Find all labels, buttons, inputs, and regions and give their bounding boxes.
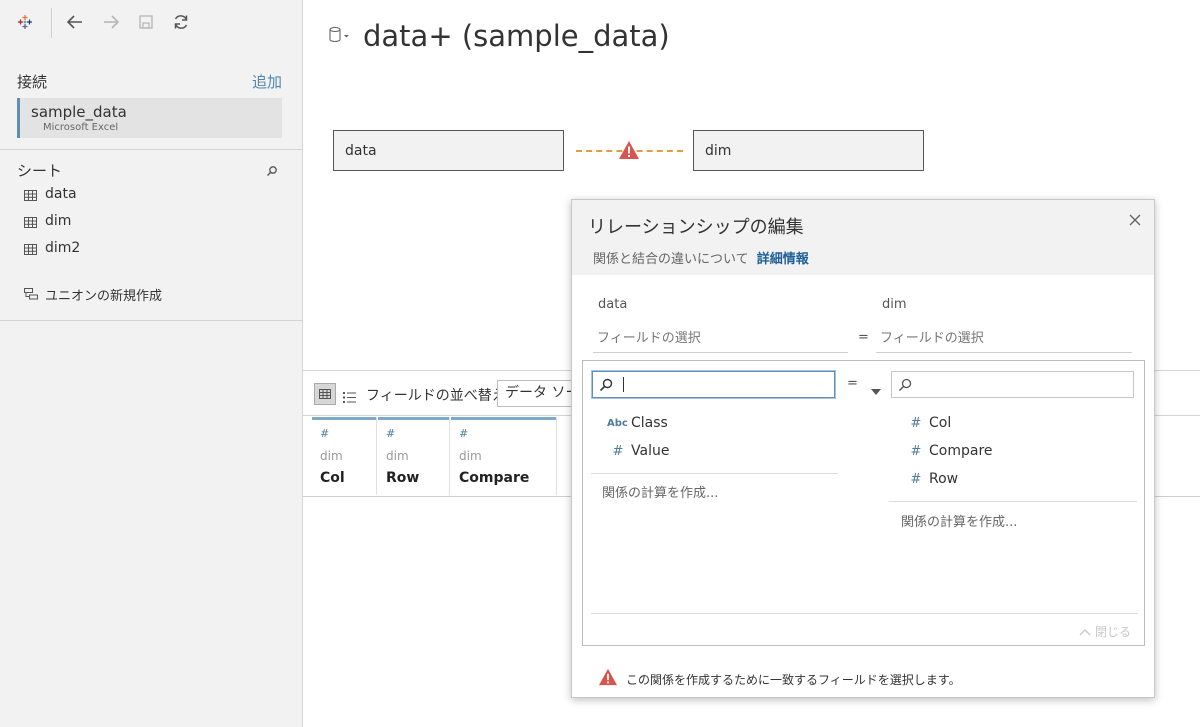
datasource-menu-icon[interactable] <box>328 26 350 46</box>
column-divider <box>556 417 557 495</box>
field-picker-panel: = Abc Class # Value 関係の計算を作成... # Col # … <box>582 360 1145 646</box>
field-header-col[interactable]: # dim Col <box>312 417 376 495</box>
field-source: dim <box>386 449 409 463</box>
table-icon <box>24 189 37 201</box>
warning-icon <box>598 668 618 686</box>
left-create-calc-link[interactable]: 関係の計算を作成... <box>602 482 718 501</box>
chevron-up-icon <box>1079 628 1091 635</box>
forward-arrow-icon[interactable] <box>99 10 123 34</box>
number-type-icon: # <box>320 427 330 440</box>
right-field-select[interactable]: フィールドの選択 <box>876 326 1132 353</box>
search-icon <box>898 378 912 392</box>
chevron-down-icon[interactable] <box>871 381 881 395</box>
list-view-icon[interactable] <box>343 388 357 403</box>
field-header-compare[interactable]: # dim Compare <box>451 417 556 495</box>
number-type-icon: # <box>910 471 922 487</box>
connection-name: sample_data <box>31 103 127 121</box>
right-field-compare[interactable]: # Compare <box>905 439 993 463</box>
string-type-icon: Abc <box>607 417 628 429</box>
sheet-item-dim2[interactable]: dim2 <box>24 237 80 259</box>
search-icon[interactable] <box>266 162 280 176</box>
datasource-title[interactable]: data+ (sample_data) <box>363 19 670 53</box>
field-header-row[interactable]: # dim Row <box>378 417 449 495</box>
number-type-icon: # <box>910 415 922 431</box>
number-type-icon: # <box>612 443 624 459</box>
save-icon[interactable] <box>134 10 158 34</box>
dialog-subtitle: 関係と結合の違いについて 詳細情報 <box>593 248 809 267</box>
toolbar-divider <box>51 8 52 38</box>
sheets-heading: シート <box>17 162 63 180</box>
left-search-input[interactable] <box>592 371 835 398</box>
field-name: Row <box>929 471 959 487</box>
collapse-label: 閉じる <box>1095 625 1132 639</box>
sheet-label: data <box>45 186 77 202</box>
canvas-table-label: data <box>345 142 377 159</box>
right-table-name: dim <box>882 297 907 312</box>
edit-relationship-dialog: リレーションシップの編集 関係と結合の違いについて 詳細情報 data dim … <box>571 199 1155 698</box>
union-icon <box>24 288 38 300</box>
divider <box>0 320 302 321</box>
canvas-table-data[interactable]: data <box>333 130 564 171</box>
warning-icon[interactable] <box>618 140 640 160</box>
new-union-button[interactable]: ユニオンの新規作成 <box>24 283 162 305</box>
field-name: Col <box>929 415 952 431</box>
right-search-input[interactable] <box>891 371 1134 398</box>
add-connection-link[interactable]: 追加 <box>252 71 282 92</box>
grid-view-icon[interactable] <box>314 383 336 405</box>
dialog-title: リレーションシップの編集 <box>588 217 804 238</box>
canvas-table-dim[interactable]: dim <box>693 130 924 171</box>
column-divider <box>449 417 450 495</box>
learn-more-link[interactable]: 詳細情報 <box>757 252 809 267</box>
field-name: Row <box>386 470 420 486</box>
sort-fields-label: フィールドの並べ替え <box>366 388 506 404</box>
sheet-label: dim <box>45 213 72 229</box>
field-name: Class <box>631 415 668 431</box>
right-create-calc-link[interactable]: 関係の計算を作成... <box>901 511 1017 530</box>
field-source: dim <box>459 449 482 463</box>
field-name: Compare <box>929 443 993 459</box>
right-field-col[interactable]: # Col <box>905 411 952 435</box>
sheet-label: dim2 <box>45 240 81 256</box>
close-icon[interactable] <box>1128 212 1146 230</box>
back-arrow-icon[interactable] <box>63 10 87 34</box>
search-icon <box>599 378 613 392</box>
collapse-button[interactable]: 閉じる <box>1079 623 1131 640</box>
field-name: Col <box>320 470 345 486</box>
divider <box>889 501 1137 502</box>
operator-select[interactable]: = <box>847 376 858 391</box>
footer-message: この関係を作成するために一致するフィールドを選択します。 <box>626 673 961 687</box>
table-icon <box>24 216 37 228</box>
sheet-item-data[interactable]: data <box>24 183 77 205</box>
connection-item[interactable]: sample_data Microsoft Excel <box>17 98 282 138</box>
field-name: Value <box>631 443 670 459</box>
field-source: dim <box>320 449 343 463</box>
divider <box>591 613 1138 614</box>
refresh-icon[interactable] <box>169 10 193 34</box>
equals-operator: = <box>858 330 869 345</box>
tableau-logo-icon[interactable] <box>13 10 37 34</box>
sheet-item-dim[interactable]: dim <box>24 210 71 232</box>
right-field-row[interactable]: # Row <box>905 467 959 491</box>
connections-heading: 接続 <box>17 73 48 91</box>
number-type-icon: # <box>910 443 922 459</box>
number-type-icon: # <box>386 427 396 440</box>
table-icon <box>24 243 37 255</box>
divider <box>0 149 302 150</box>
text-caret <box>623 377 624 392</box>
left-field-select[interactable]: フィールドの選択 <box>593 326 848 353</box>
field-name: Compare <box>459 470 530 486</box>
subtitle-text: 関係と結合の違いについて <box>593 252 749 267</box>
number-type-icon: # <box>459 427 469 440</box>
connection-type: Microsoft Excel <box>43 122 119 133</box>
left-field-value[interactable]: # Value <box>607 439 670 463</box>
column-divider <box>376 417 377 495</box>
sidebar: 接続 追加 sample_data Microsoft Excel シート da… <box>0 0 303 727</box>
divider <box>591 473 838 474</box>
left-table-name: data <box>598 297 628 312</box>
new-union-label: ユニオンの新規作成 <box>45 288 163 304</box>
left-field-class[interactable]: Abc Class <box>607 411 668 435</box>
canvas-table-label: dim <box>705 142 732 159</box>
